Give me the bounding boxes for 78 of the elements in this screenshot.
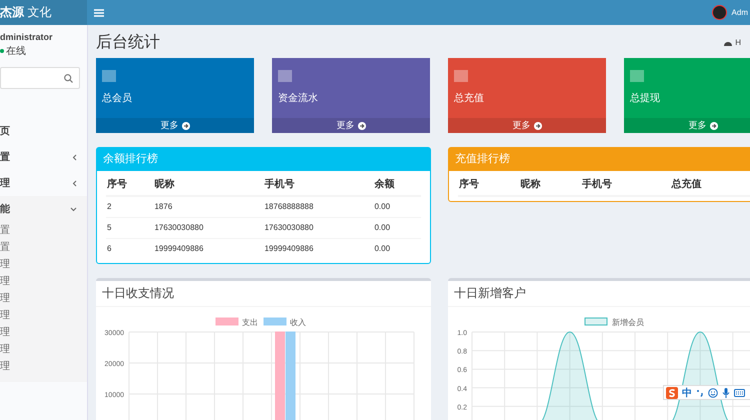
table-cell: 18768888888 (263, 196, 374, 218)
sidebar-subitem[interactable]: 理 (0, 307, 87, 324)
chevron-left-icon (72, 180, 77, 186)
search-field[interactable] (0, 67, 80, 89)
more-link[interactable]: 更多 (624, 118, 750, 133)
sidebar-item[interactable]: 页 (0, 118, 87, 144)
input-mode-label[interactable]: 中 (682, 386, 692, 400)
table-cell: 6 (106, 238, 154, 259)
arrow-circle-icon (710, 122, 718, 130)
sidebar-subitem[interactable]: 理 (0, 256, 87, 273)
input-method-toolbar[interactable]: 中 (663, 385, 750, 400)
sidebar-subitem[interactable]: 理 (0, 358, 87, 375)
menu-icon[interactable] (94, 8, 104, 16)
avatar[interactable] (712, 5, 727, 20)
page-title: 后台统计 (96, 32, 160, 53)
more-link[interactable]: 更多 (272, 118, 430, 133)
table-cell: 19999409886 (263, 238, 374, 259)
panel-title: 充值排行榜 (449, 148, 750, 171)
search-icon[interactable] (64, 74, 73, 82)
sidebar-item[interactable]: 置 (0, 144, 87, 170)
column-header: 手机号 (263, 175, 374, 196)
stat-label: 总提现 (629, 92, 661, 106)
table-cell: 17630030880 (263, 218, 374, 238)
logo-text[interactable]: 杰源 文化 (0, 0, 87, 25)
redacted-value (278, 70, 292, 82)
chart-title: 十日新增客户 (448, 281, 750, 307)
stat-label: 资金流水 (277, 92, 319, 106)
logo-icon (666, 386, 678, 398)
arrow-circle-icon (358, 122, 366, 130)
redacted-value (454, 70, 468, 82)
column-header: 总充值 (670, 175, 750, 196)
sidebar-user-name: dministrator (0, 32, 54, 42)
table-cell: 1876 (153, 196, 264, 218)
column-header: 余额 (373, 175, 421, 196)
punctuation-icon[interactable] (696, 388, 704, 397)
chart-title: 十日收支情况 (96, 281, 431, 307)
stat-label: 总充值 (453, 92, 485, 106)
redacted-value (102, 70, 116, 82)
sidebar-subitem[interactable]: 理 (0, 273, 87, 290)
sidebar-subitem[interactable]: 理 (0, 341, 87, 358)
column-header: 手机号 (581, 175, 670, 196)
redacted-value (630, 70, 644, 82)
more-link[interactable]: 更多 (448, 118, 606, 133)
arrow-circle-icon (534, 122, 542, 130)
sidebar-subitem[interactable]: 理 (0, 290, 87, 307)
table-cell: 2 (106, 196, 154, 218)
stat-label: 总会员 (101, 92, 133, 106)
chevron-down-icon (70, 206, 77, 212)
table-cell: 0.00 (373, 218, 421, 238)
table-cell: 19999409886 (153, 238, 264, 259)
column-header: 昵称 (520, 175, 582, 196)
smiley-icon[interactable] (708, 388, 718, 398)
sidebar-subitem[interactable]: 理 (0, 324, 87, 341)
legend-label: 支出 (242, 318, 258, 327)
dashboard-icon (724, 40, 732, 46)
column-header: 序号 (106, 175, 154, 196)
column-header: 序号 (458, 175, 520, 196)
sidebar-item[interactable]: 能 (0, 196, 87, 222)
arrow-circle-icon (182, 122, 190, 130)
panel-title: 余额排行榜 (97, 148, 430, 171)
keyboard-icon[interactable] (734, 388, 745, 396)
column-header: 昵称 (153, 175, 264, 196)
more-link[interactable]: 更多 (96, 118, 254, 133)
table-cell: 0.00 (373, 196, 421, 218)
table-cell: 0.00 (373, 238, 421, 259)
sidebar-subitem[interactable]: 置 (0, 239, 87, 256)
breadcrumb-link[interactable]: H (735, 38, 741, 47)
legend-label: 新增会员 (612, 318, 644, 327)
online-dot (0, 49, 4, 53)
legend-label: 收入 (290, 318, 306, 327)
table-cell: 17630030880 (153, 218, 264, 238)
table-cell: 5 (106, 218, 154, 238)
user-status: 在线 (6, 44, 26, 58)
user-name[interactable]: Adm (732, 8, 748, 17)
microphone-icon[interactable] (722, 388, 730, 398)
chevron-left-icon (72, 154, 77, 160)
sidebar-subitem[interactable]: 置 (0, 222, 87, 239)
sidebar-item[interactable]: 理 (0, 170, 87, 196)
